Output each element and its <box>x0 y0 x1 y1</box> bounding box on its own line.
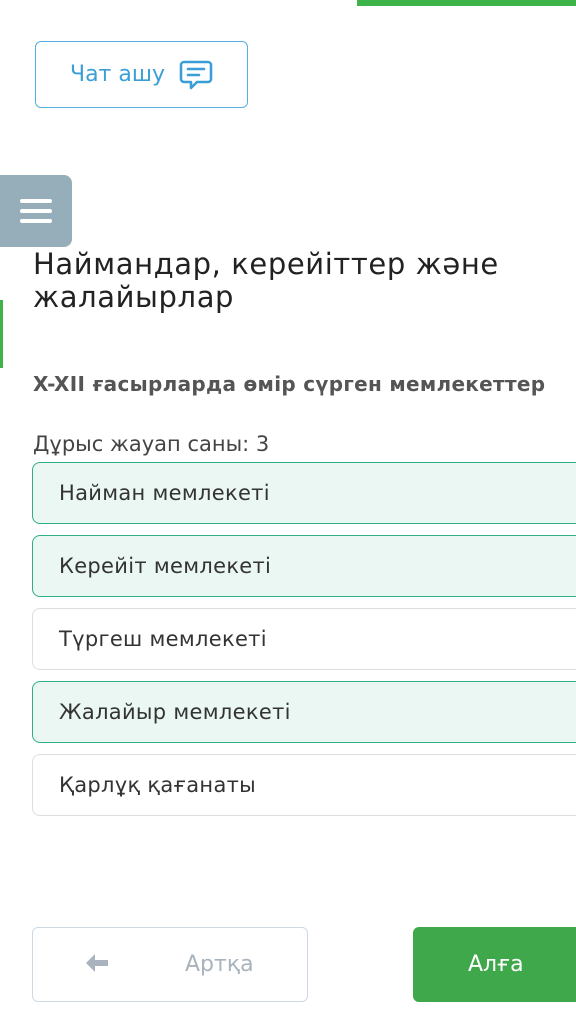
open-chat-label: Чат ашу <box>69 62 165 87</box>
answer-option-label: Түргеш мемлекеті <box>59 627 267 651</box>
answer-option-label: Найман мемлекеті <box>59 481 270 505</box>
arrow-left-icon <box>84 952 110 980</box>
answer-option-label: Керейіт мемлекеті <box>59 554 272 578</box>
answer-option-2[interactable]: Керейіт мемлекеті <box>32 535 576 597</box>
hamburger-menu-icon <box>20 199 52 223</box>
open-chat-button[interactable]: Чат ашу <box>35 41 248 108</box>
answer-option-3[interactable]: Түргеш мемлекеті <box>32 608 576 670</box>
question-text: X-XII ғасырларда өмір сүрген мемлекеттер <box>33 372 546 396</box>
back-button[interactable]: Артқа <box>32 927 308 1002</box>
correct-answer-count: Дұрыс жауап саны: 3 <box>33 432 270 456</box>
answer-option-4[interactable]: Жалайыр мемлекеті <box>32 681 576 743</box>
answer-option-5[interactable]: Қарлұқ қағанаты <box>32 754 576 816</box>
answer-option-label: Жалайыр мемлекеті <box>59 700 291 724</box>
next-label: Алға <box>468 952 524 977</box>
back-label: Артқа <box>185 952 254 977</box>
menu-button[interactable] <box>0 175 72 247</box>
answer-option-label: Қарлұқ қағанаты <box>59 773 257 797</box>
lesson-title: Наймандар, керейіттер және жалайырлар <box>33 247 499 314</box>
side-accent <box>0 300 3 368</box>
chat-icon <box>179 59 213 91</box>
next-button[interactable]: Алға <box>413 927 576 1002</box>
progress-bar <box>357 0 576 6</box>
answer-option-1[interactable]: Найман мемлекеті <box>32 462 576 524</box>
